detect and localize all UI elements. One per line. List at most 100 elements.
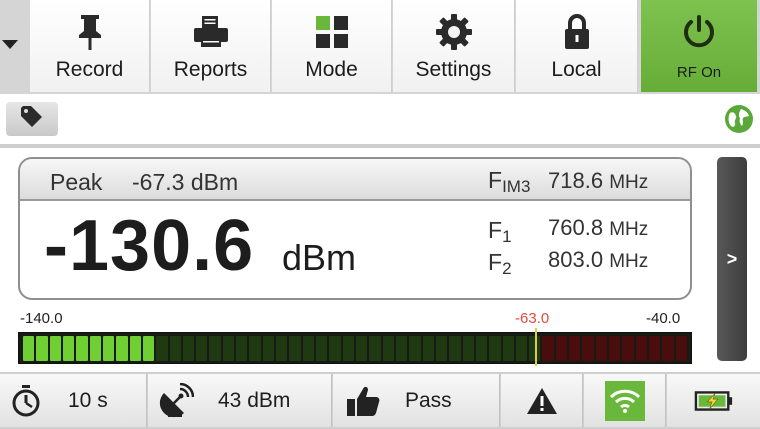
meter-segment [196,336,208,361]
record-label: Record [55,58,124,81]
meter-segment [289,336,301,361]
result-status[interactable]: Pass [333,374,500,427]
stopwatch-icon [6,381,46,421]
meter-segment [342,336,354,361]
peak-label: Peak [50,169,103,195]
meter-segment [369,336,381,361]
toolbar: Record Reports Mode Settings Local RF On [0,0,760,94]
meter-segment [382,336,394,361]
meter-segment [102,336,115,361]
meter-segment [569,336,581,361]
meter-segment [555,336,568,361]
pushpin-icon [68,10,112,54]
meter-segment [435,336,448,361]
battery-charging-icon [694,381,734,421]
meter-segment [635,336,648,361]
meter-segment [515,336,528,361]
settings-label: Settings [415,58,492,81]
meter-segment [23,336,35,361]
power-icon [677,10,721,54]
wifi-icon [604,380,645,421]
meter-segment [129,336,141,361]
meter-threshold-label: -63.0 [515,310,550,327]
level-bar-meter [18,332,692,364]
meter-segment [76,336,88,361]
peak-header: Peak -67.3 dBm FIM3 718.6 MHz [20,159,690,201]
warning-icon [522,381,562,421]
meter-segment [622,336,634,361]
record-button[interactable]: Record [30,0,150,92]
printer-icon [189,10,233,54]
dropdown-arrow-icon[interactable] [2,40,18,49]
meter-segment [182,336,195,361]
main-value: -130.6 [44,206,255,286]
meter-segment [649,336,661,361]
meter-segment [62,336,75,361]
meter-segment [116,336,128,361]
meter-segment [356,336,368,361]
meter-segment [302,336,315,361]
gear-icon [432,10,476,54]
settings-button[interactable]: Settings [393,0,515,92]
f2-label: F2 [488,249,512,278]
meter-segment [276,336,288,361]
meter-segment [475,336,488,361]
battery-status[interactable] [667,374,760,427]
tag-button[interactable] [6,102,58,136]
main-unit: dBm [282,237,357,278]
reports-label: Reports [173,58,248,81]
warning-status[interactable] [501,374,583,427]
power-status[interactable]: 43 dBm [148,374,332,427]
thumbs-up-icon [343,381,383,421]
expand-side-button[interactable]: > [717,157,747,361]
fim3-label: FIM3 [488,167,531,196]
result-value: Pass [405,388,452,412]
meter-segment [582,336,594,361]
grid-icon [310,10,354,54]
threshold-marker [534,328,537,366]
meter-segment [675,336,687,361]
meter-min-label: -140.0 [20,310,63,327]
meter-segment [156,336,168,361]
f1-label: F1 [488,217,512,246]
meter-segment [422,336,434,361]
rf-on-label: RF On [676,64,722,81]
meter-segment [542,336,554,361]
meter-segment [329,336,341,361]
f1-value: 760.8 MHz [548,215,649,240]
local-button[interactable]: Local [516,0,638,92]
meter-segment [222,336,235,361]
fim3-value: 718.6 MHz [548,168,649,193]
meter-segment [89,336,101,361]
wifi-status[interactable] [584,374,666,427]
readout-panel: Peak -67.3 dBm FIM3 718.6 MHz -130.6 dBm… [18,157,692,300]
mode-label: Mode [305,58,358,81]
meter-segment [395,336,408,361]
rf-on-button[interactable]: RF On [641,0,757,92]
meter-segment [662,336,674,361]
power-value: 43 dBm [218,388,291,412]
meter-segment [142,336,155,361]
meter-segment [595,336,608,361]
divider [0,144,760,148]
tag-icon [19,105,45,134]
meter-max-label: -40.0 [646,310,681,327]
meter-segment [502,336,514,361]
status-bar: 10 s 43 dBm Pass [0,372,760,429]
f2-value: 803.0 MHz [548,247,649,272]
peak-value: -67.3 dBm [132,169,239,195]
timer-value: 10 s [68,388,108,412]
meter-segment [169,336,181,361]
meter-segment [489,336,501,361]
meter-segment [249,336,261,361]
globe-icon[interactable] [724,104,754,134]
meter-segment [449,336,461,361]
reports-button[interactable]: Reports [151,0,271,92]
satellite-dish-icon [156,381,196,421]
meter-segment [209,336,221,361]
meter-segment [409,336,421,361]
lock-icon [555,10,599,54]
mode-button[interactable]: Mode [272,0,392,92]
timer-status[interactable]: 10 s [0,374,147,427]
meter-segment [462,336,474,361]
